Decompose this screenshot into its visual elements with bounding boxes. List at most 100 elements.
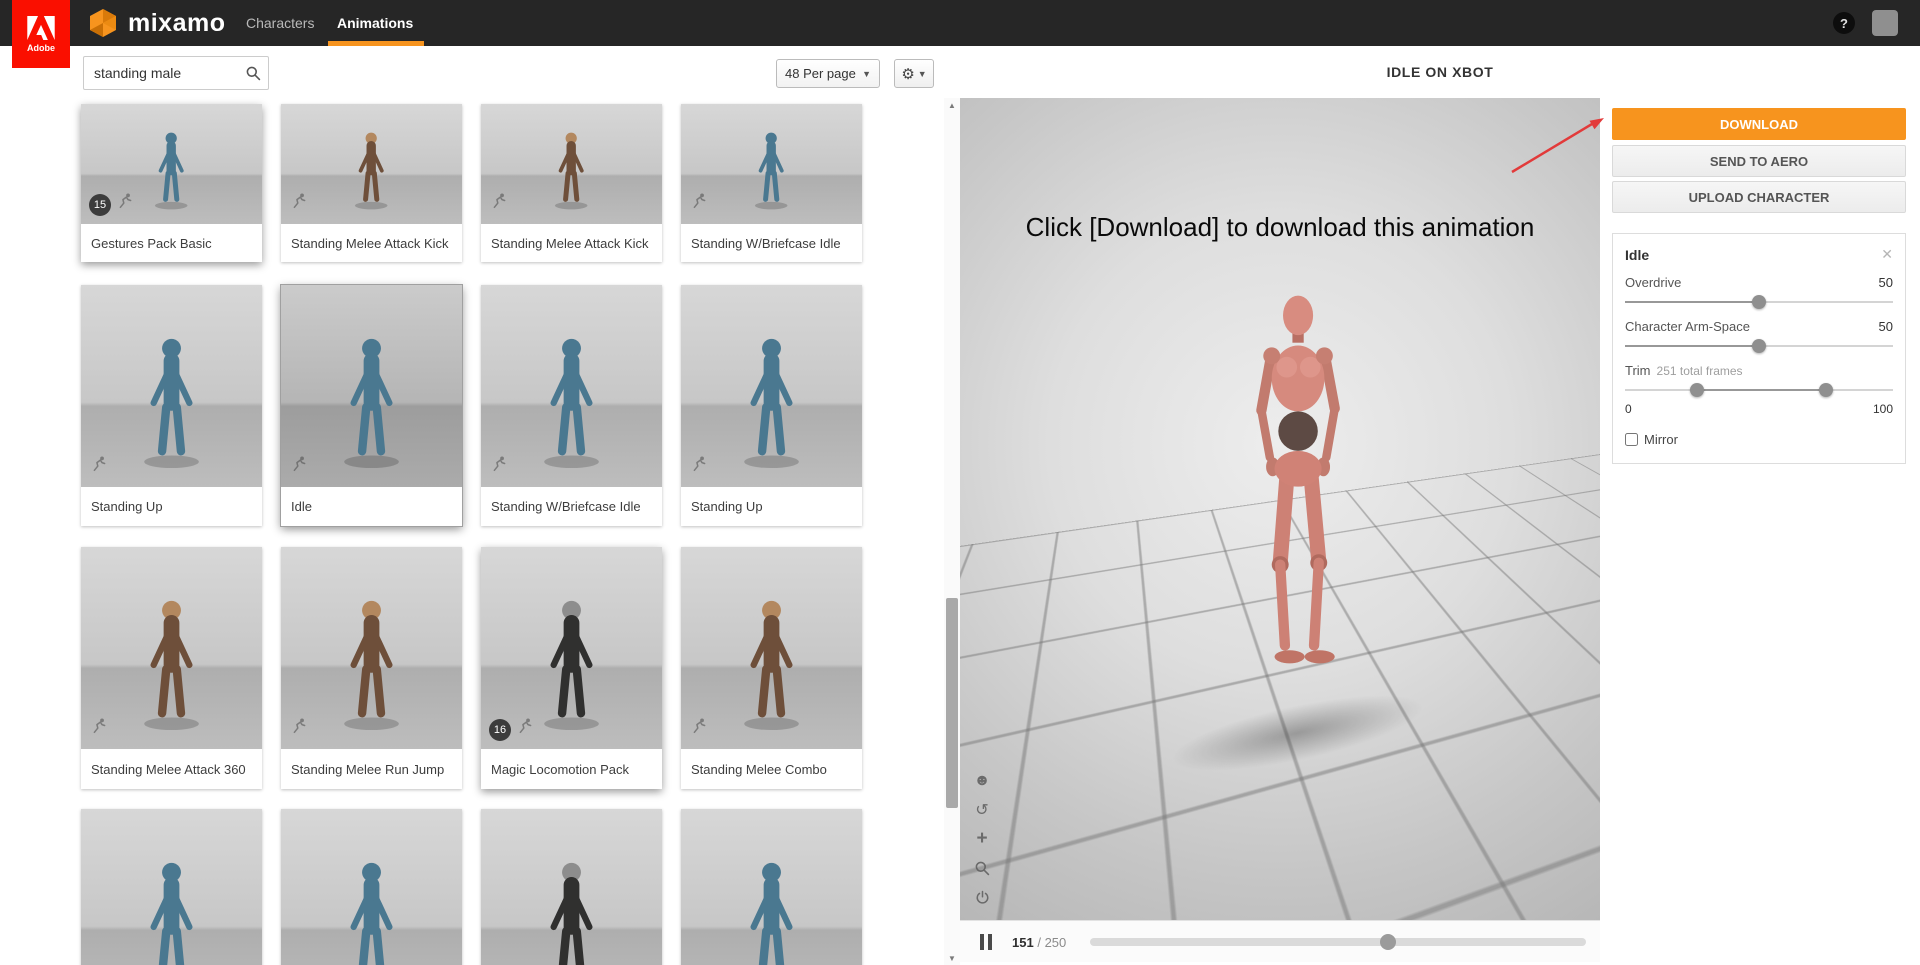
active-tab-underline xyxy=(328,41,424,46)
animation-card[interactable]: Standing W/Briefcase Idle xyxy=(681,104,862,262)
adobe-label: Adobe xyxy=(27,42,55,53)
animation-card[interactable]: Standing Melee Run Jump xyxy=(281,547,462,789)
grid-scrollbar[interactable]: ▲ ▼ xyxy=(944,98,960,965)
animation-settings-panel: Idle ✕ Overdrive 50 Character Arm-Space … xyxy=(1612,233,1906,464)
trim-start-handle[interactable] xyxy=(1690,383,1705,397)
rotate-icon[interactable]: ↺ xyxy=(972,799,992,821)
zoom-icon[interactable] xyxy=(972,857,992,879)
animation-thumbnail xyxy=(681,547,862,749)
animation-card-label: Standing Melee Combo xyxy=(681,749,862,789)
gear-icon: ⚙ xyxy=(901,65,915,83)
send-to-aero-button[interactable]: SEND TO AERO xyxy=(1612,145,1906,177)
animation-card[interactable]: Standing Melee Attack 360 xyxy=(81,547,262,789)
run-icon xyxy=(491,192,508,214)
trim-min: 0 xyxy=(1625,402,1632,416)
character-icon[interactable]: ☻ xyxy=(972,770,992,792)
animation-card[interactable] xyxy=(81,809,262,965)
scroll-up-icon[interactable]: ▲ xyxy=(944,98,960,112)
user-avatar[interactable] xyxy=(1872,10,1898,36)
animation-thumbnail xyxy=(481,285,662,487)
overdrive-label: Overdrive xyxy=(1625,275,1682,290)
tab-characters[interactable]: Characters xyxy=(246,0,314,46)
mixamo-app: Adobe mixamo Characters Animations ? 48 … xyxy=(0,0,1920,965)
animation-thumbnail xyxy=(281,285,462,487)
mixamo-hexagon-icon xyxy=(90,9,116,37)
viewer-title: IDLE ON XBOT xyxy=(1386,64,1494,80)
animation-card-label: Standing W/Briefcase Idle xyxy=(481,487,662,526)
animation-card[interactable]: Standing Melee Attack Kick xyxy=(281,104,462,262)
animation-card[interactable]: 15 Gestures Pack Basic xyxy=(81,104,262,262)
animation-card-label: Standing Melee Run Jump xyxy=(281,749,462,789)
animation-card-label: Standing Melee Attack Kick xyxy=(481,224,662,262)
power-icon[interactable] xyxy=(972,886,992,908)
brand-name: mixamo xyxy=(128,8,226,37)
animation-card-label: Magic Locomotion Pack xyxy=(481,749,662,789)
viewport-controls: ☻ ↺ + xyxy=(972,770,992,920)
animation-card[interactable]: Standing Melee Combo xyxy=(681,547,862,789)
arm-space-label: Character Arm-Space xyxy=(1625,319,1750,334)
animation-card[interactable]: Standing Melee Attack Kick xyxy=(481,104,662,262)
settings-dropdown-button[interactable]: ⚙ ▼ xyxy=(894,59,934,88)
animation-thumbnail xyxy=(281,104,462,224)
mixamo-logo[interactable]: mixamo xyxy=(88,8,225,38)
pause-button[interactable] xyxy=(980,934,992,950)
current-frame: 151 xyxy=(1012,935,1034,950)
run-icon xyxy=(517,717,534,739)
pack-count-badge: 15 xyxy=(89,194,111,216)
close-icon[interactable]: ✕ xyxy=(1881,246,1893,263)
animation-card-label: Gestures Pack Basic xyxy=(81,224,262,262)
animation-card[interactable]: Idle xyxy=(281,285,462,526)
overdrive-slider[interactable] xyxy=(1625,295,1893,309)
animation-card[interactable] xyxy=(681,809,862,965)
animation-card-label: Idle xyxy=(281,487,462,526)
arm-space-slider[interactable] xyxy=(1625,339,1893,353)
animation-thumbnail xyxy=(481,104,662,224)
animation-thumbnail xyxy=(681,809,862,965)
run-icon xyxy=(691,717,708,739)
search-input[interactable] xyxy=(84,65,238,81)
overdrive-handle[interactable] xyxy=(1752,295,1766,309)
animation-card[interactable]: Standing W/Briefcase Idle xyxy=(481,285,662,526)
timeline-slider[interactable] xyxy=(1090,934,1586,950)
mirror-checkbox[interactable] xyxy=(1625,433,1638,446)
adobe-a-icon xyxy=(27,15,55,40)
animation-thumbnail xyxy=(281,547,462,749)
run-icon xyxy=(291,192,308,214)
trim-label: Trim xyxy=(1625,363,1651,378)
scroll-down-icon[interactable]: ▼ xyxy=(944,951,960,965)
animation-card[interactable] xyxy=(481,809,662,965)
mirror-label: Mirror xyxy=(1644,432,1678,447)
arm-space-handle[interactable] xyxy=(1752,339,1766,353)
animation-thumbnail xyxy=(681,285,862,487)
animation-card[interactable]: Standing Up xyxy=(681,285,862,526)
pan-icon[interactable]: + xyxy=(972,828,992,850)
run-icon xyxy=(117,192,134,214)
annotation-text: Click [Download] to download this animat… xyxy=(1025,212,1535,242)
animation-card[interactable]: 16 Magic Locomotion Pack xyxy=(481,547,662,789)
search-icon[interactable] xyxy=(238,65,268,81)
run-icon xyxy=(291,455,308,477)
animation-grid: 15 Gestures Pack Basic Standing Melee Atta… xyxy=(0,46,960,965)
download-button[interactable]: DOWNLOAD xyxy=(1612,108,1906,140)
animation-thumbnail xyxy=(681,104,862,224)
per-page-select[interactable]: 48 Per page ▼ xyxy=(776,59,880,88)
animation-card-label: Standing W/Briefcase Idle xyxy=(681,224,862,262)
trim-slider[interactable] xyxy=(1625,383,1893,397)
trim-end-handle[interactable] xyxy=(1819,383,1833,397)
animation-thumbnail: 16 xyxy=(481,547,662,749)
adobe-logo[interactable]: Adobe xyxy=(12,0,70,68)
animation-card[interactable] xyxy=(281,809,462,965)
run-icon xyxy=(691,192,708,214)
run-icon xyxy=(91,455,108,477)
scrollbar-thumb[interactable] xyxy=(946,598,958,808)
total-frames: 250 xyxy=(1044,935,1067,950)
upload-character-button[interactable]: UPLOAD CHARACTER xyxy=(1612,181,1906,213)
per-page-value: 48 Per page xyxy=(785,66,856,81)
playback-bar: 151 / 250 xyxy=(960,920,1600,962)
animation-thumbnail xyxy=(81,809,262,965)
animation-card[interactable]: Standing Up xyxy=(81,285,262,526)
timeline-handle[interactable] xyxy=(1379,934,1396,950)
help-icon[interactable]: ? xyxy=(1833,12,1855,34)
search-box xyxy=(83,56,269,90)
tab-animations[interactable]: Animations xyxy=(337,0,413,46)
